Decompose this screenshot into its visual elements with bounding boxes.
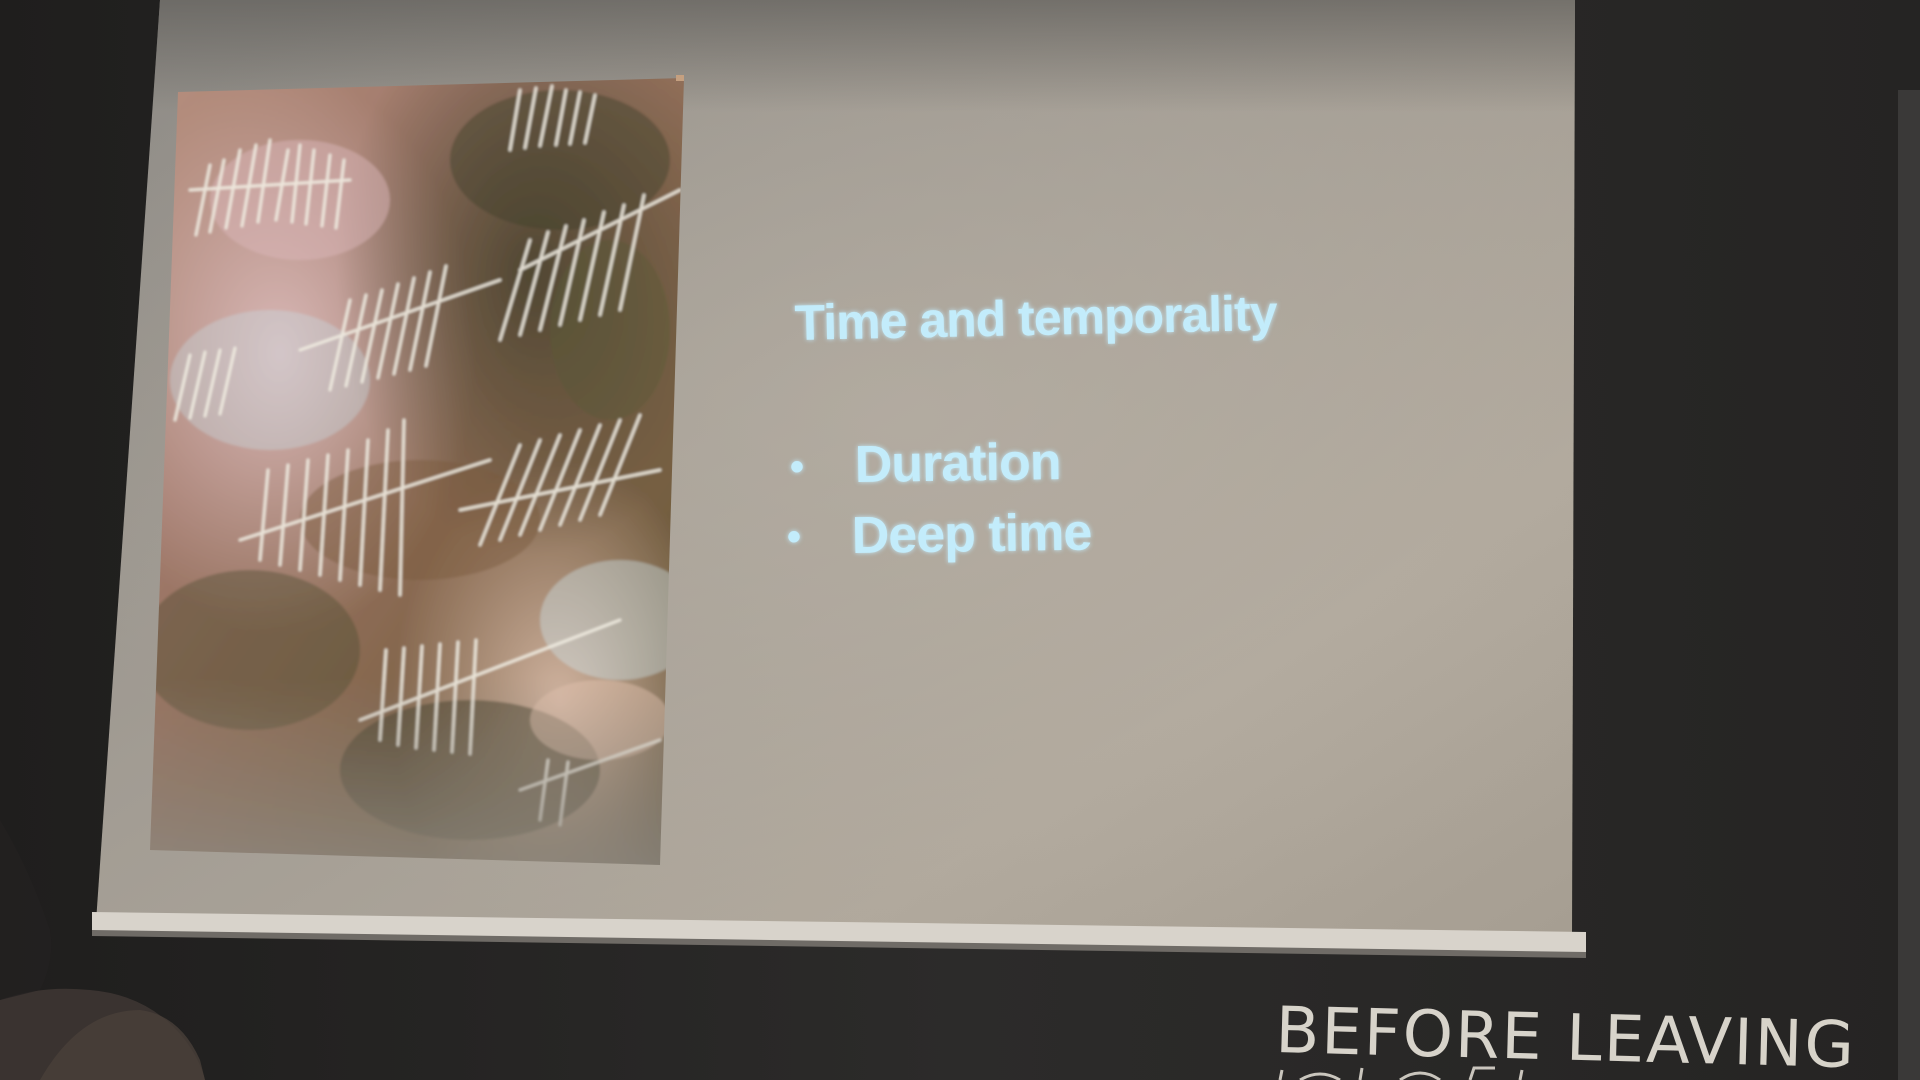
bullet-glyph-2: • xyxy=(787,515,801,559)
slide-title: Time and temporality xyxy=(794,285,1278,351)
bullet-item-duration: Duration xyxy=(854,433,1061,494)
slide-image xyxy=(150,75,684,865)
scene-canvas: Time and temporality • Duration • Deep t… xyxy=(0,0,1920,1080)
door-frame xyxy=(1898,90,1920,1080)
bullet-item-deep-time: Deep time xyxy=(851,504,1091,565)
photo-scene: Time and temporality • Duration • Deep t… xyxy=(0,0,1920,1080)
chalk-text: BEFORE LEAVING xyxy=(1275,994,1857,1080)
bullet-glyph-1: • xyxy=(790,445,804,489)
chalk-writing: BEFORE LEAVING xyxy=(1275,994,1857,1080)
